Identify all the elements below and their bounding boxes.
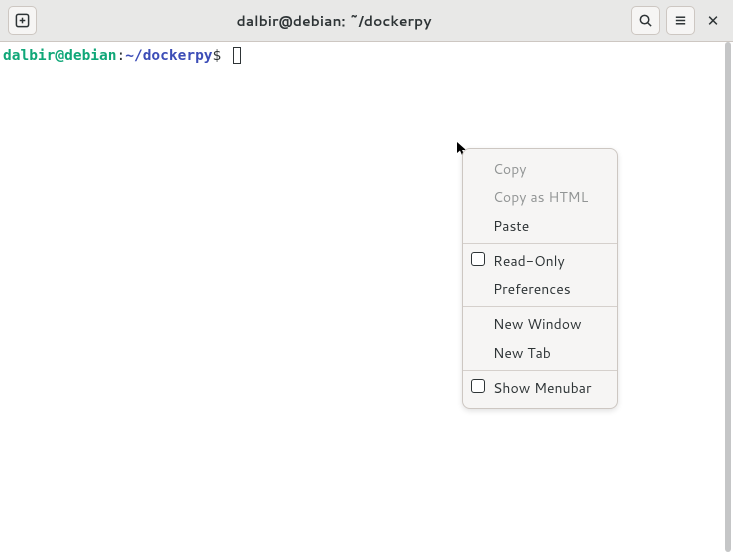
menu-new-tab[interactable]: New Tab	[463, 339, 617, 367]
menu-separator	[463, 243, 617, 244]
close-icon: ✕	[707, 10, 720, 31]
scrollbar[interactable]	[725, 42, 731, 552]
menu-show-menubar[interactable]: Show Menubar	[463, 374, 617, 402]
prompt-user: dalbir@debian	[3, 48, 117, 64]
checkbox-icon	[471, 379, 485, 393]
hamburger-icon	[673, 13, 688, 28]
menu-paste[interactable]: Paste	[463, 212, 617, 240]
scrollbar-thumb[interactable]	[725, 42, 731, 552]
window-title: dalbir@debian: ~/dockerpy	[43, 11, 625, 31]
prompt-dollar: $	[213, 48, 222, 64]
prompt-colon: :	[117, 48, 126, 64]
shell-prompt: dalbir@debian:~/dockerpy$	[3, 48, 230, 64]
new-tab-button[interactable]	[8, 6, 37, 35]
menu-read-only-label: Read-Only	[493, 251, 565, 271]
checkbox-icon	[471, 252, 485, 266]
terminal-area[interactable]: dalbir@debian:~/dockerpy$	[0, 42, 733, 552]
menu-copy: Copy	[463, 155, 617, 183]
plus-box-icon	[15, 13, 30, 28]
prompt-path: ~/dockerpy	[125, 48, 212, 64]
close-button[interactable]: ✕	[701, 9, 725, 33]
menu-preferences[interactable]: Preferences	[463, 275, 617, 303]
menu-read-only[interactable]: Read-Only	[463, 247, 617, 275]
menu-new-window[interactable]: New Window	[463, 310, 617, 338]
menu-separator	[463, 306, 617, 307]
menu-copy-html: Copy as HTML	[463, 183, 617, 211]
hamburger-menu-button[interactable]	[666, 6, 695, 35]
menu-separator	[463, 370, 617, 371]
search-button[interactable]	[631, 6, 660, 35]
titlebar: dalbir@debian: ~/dockerpy ✕	[0, 0, 733, 42]
menu-show-menubar-label: Show Menubar	[493, 378, 591, 398]
search-icon	[638, 13, 653, 28]
text-cursor	[233, 47, 241, 64]
context-menu: Copy Copy as HTML Paste Read-Only Prefer…	[462, 148, 618, 409]
